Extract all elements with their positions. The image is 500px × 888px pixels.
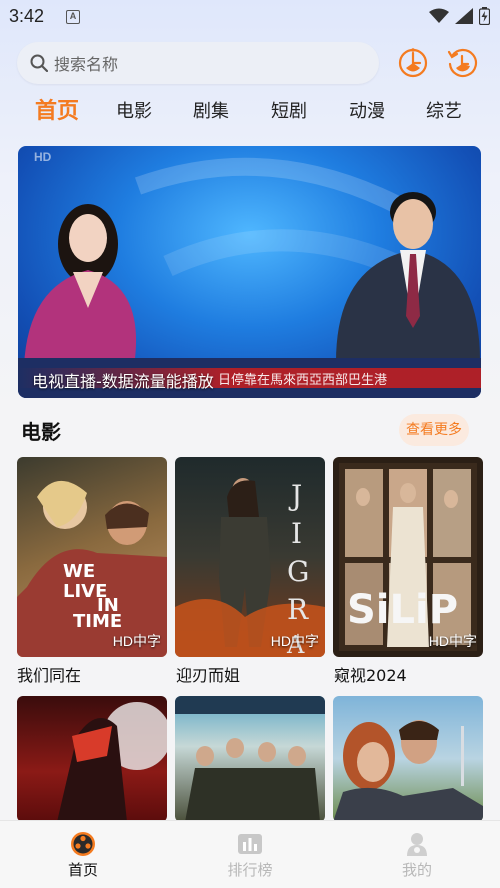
movie-poster: SiLiP	[339, 463, 477, 651]
tab-variety[interactable]: 综艺	[424, 94, 464, 130]
movie-poster: WE LIVE IN TIME	[17, 480, 167, 657]
movie-card[interactable]: WE LIVE IN TIME HD中字	[17, 457, 167, 657]
banner-caption: 电视直播-数据流量能播放	[32, 372, 214, 391]
notification-icon: A	[66, 10, 80, 24]
movie-card[interactable]	[175, 696, 325, 822]
svg-text:J: J	[288, 479, 302, 512]
wifi-icon	[429, 8, 449, 23]
nav-label: 排行榜	[227, 861, 273, 879]
section-title: 电影	[21, 420, 61, 444]
movie-card[interactable]	[17, 696, 167, 822]
tab-anime[interactable]: 动漫	[347, 94, 387, 130]
movie-poster	[333, 720, 483, 822]
ticker-text: 日停靠在馬來西亞西部巴生港	[218, 373, 388, 388]
movie-card[interactable]: J I G R A HD中字	[175, 457, 325, 657]
battery-icon	[479, 7, 490, 25]
history-refresh-icon[interactable]	[446, 46, 478, 78]
ranking-chart-icon	[238, 834, 262, 854]
nav-ranking[interactable]: 排行榜	[200, 821, 300, 888]
movie-card[interactable]: SiLiP HD中字	[333, 457, 483, 657]
hd-tag: HD	[34, 150, 52, 164]
movie-poster: J I G R A	[175, 478, 325, 657]
profile-icon	[407, 833, 427, 856]
nav-label: 我的	[401, 861, 432, 879]
svg-text:WE: WE	[63, 561, 95, 582]
svg-text:TIME: TIME	[73, 611, 122, 632]
view-more-button[interactable]: 查看更多	[399, 414, 469, 446]
status-icons	[429, 7, 490, 25]
quality-badge: HD中字	[112, 633, 161, 649]
banner-image	[18, 157, 481, 398]
movie-poster	[175, 696, 325, 822]
search-icon	[30, 54, 48, 72]
svg-text:SiLiP: SiLiP	[347, 587, 458, 633]
svg-text:R: R	[287, 593, 309, 626]
quality-badge: HD中字	[270, 633, 319, 649]
home-film-reel-icon	[71, 832, 95, 856]
history-clock-icon[interactable]	[397, 46, 429, 78]
bottom-nav: 首页 排行榜 我的	[0, 820, 500, 888]
svg-text:I: I	[291, 517, 302, 550]
search-input[interactable]: 搜索名称	[17, 42, 379, 84]
search-placeholder: 搜索名称	[54, 55, 119, 74]
movie-poster	[57, 702, 167, 822]
category-tabs: 首页 电影 剧集 短剧 动漫 综艺	[0, 94, 500, 130]
tab-short-drama[interactable]: 短剧	[269, 94, 309, 130]
nav-home[interactable]: 首页	[33, 821, 133, 888]
tab-movies[interactable]: 电影	[114, 94, 154, 130]
nav-label: 首页	[67, 861, 98, 879]
movie-title[interactable]: 迎刃而姐	[176, 662, 240, 686]
status-time: 3:42	[9, 6, 45, 26]
nav-profile[interactable]: 我的	[367, 821, 467, 888]
live-tv-banner[interactable]: 日停靠在馬來西亞西部巴生港 HD 电视直播-数据流量能播放	[18, 146, 481, 398]
movie-title[interactable]: 窥视2024	[334, 662, 407, 686]
tab-series[interactable]: 剧集	[191, 94, 231, 130]
movie-card[interactable]	[333, 696, 483, 822]
quality-badge: HD中字	[428, 633, 477, 649]
svg-text:G: G	[287, 555, 309, 588]
signal-icon	[455, 8, 473, 24]
tab-home[interactable]: 首页	[31, 94, 83, 130]
movie-title[interactable]: 我们同在	[17, 662, 81, 686]
status-bar: 3:42 A	[0, 0, 500, 34]
